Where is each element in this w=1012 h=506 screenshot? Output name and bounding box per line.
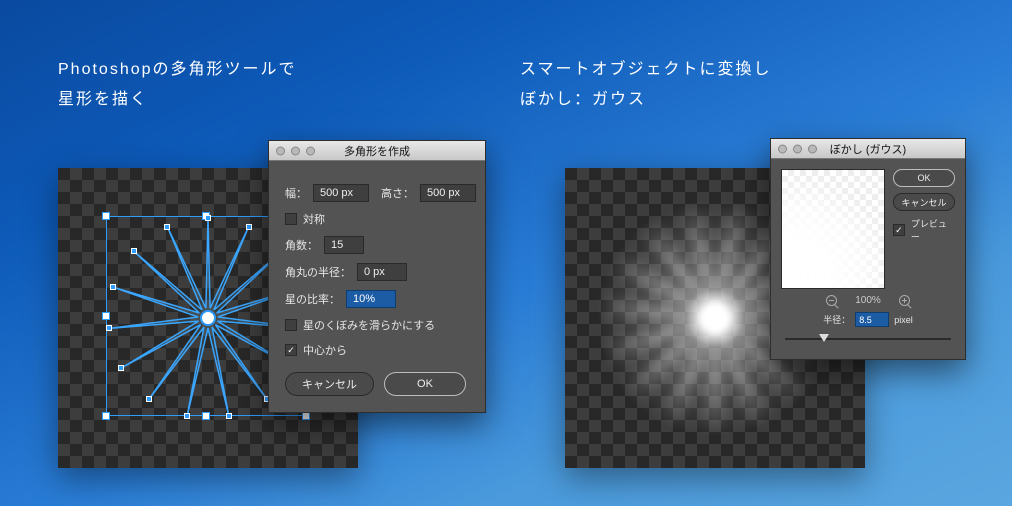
vertices-input[interactable]	[324, 236, 364, 254]
preview-checkbox[interactable]: プレビュー	[893, 217, 955, 243]
zoom-level: 100%	[855, 295, 881, 306]
symmetric-label: 対称	[303, 211, 325, 227]
handle-mid-left[interactable]	[102, 312, 110, 320]
dialog-titlebar[interactable]: ぼかし (ガウス)	[771, 139, 965, 159]
slider-track	[785, 338, 951, 340]
dialog-title: 多角形を作成	[344, 143, 410, 159]
path-anchor[interactable]	[131, 248, 137, 254]
window-controls[interactable]	[778, 144, 817, 153]
ok-button[interactable]: OK	[384, 372, 466, 396]
checkbox-icon	[285, 344, 297, 356]
radius-input[interactable]	[855, 312, 889, 327]
path-anchor[interactable]	[246, 224, 252, 230]
smooth-checkbox[interactable]: 星のくぼみを滑らかにする	[285, 317, 435, 333]
star-ratio-label: 星の比率：	[285, 291, 340, 307]
zoom-out-icon[interactable]	[826, 295, 837, 306]
star-ratio-input[interactable]	[346, 290, 396, 308]
handle-bot-left[interactable]	[102, 412, 110, 420]
path-anchor[interactable]	[146, 396, 152, 402]
from-center-checkbox[interactable]: 中心から	[285, 342, 347, 358]
checkbox-icon	[285, 213, 297, 225]
corner-radius-label: 角丸の半径：	[285, 264, 351, 280]
corner-radius-input[interactable]	[357, 263, 407, 281]
path-anchor[interactable]	[110, 284, 116, 290]
dialog-title: ぼかし (ガウス)	[830, 141, 906, 157]
caption-left: Photoshopの多角形ツールで 星形を描く	[58, 55, 297, 116]
handle-bot-right[interactable]	[302, 412, 310, 420]
radius-slider[interactable]	[781, 333, 955, 345]
create-polygon-dialog[interactable]: 多角形を作成 幅： 高さ： 対称 角数： 角丸の半径： 星の比率：	[268, 140, 486, 413]
width-label: 幅：	[285, 185, 307, 201]
cancel-button[interactable]: キャンセル	[285, 372, 374, 396]
caption-right: スマートオブジェクトに変換し ぼかし：ガウス	[520, 55, 772, 116]
handle-top-left[interactable]	[102, 212, 110, 220]
preview-label: プレビュー	[911, 217, 955, 243]
symmetric-checkbox[interactable]: 対称	[285, 211, 325, 227]
path-anchor[interactable]	[118, 365, 124, 371]
height-label: 高さ：	[381, 185, 414, 201]
ok-button[interactable]: OK	[893, 169, 955, 187]
slider-thumb[interactable]	[819, 334, 829, 342]
path-anchor[interactable]	[205, 215, 211, 221]
handle-bot-mid[interactable]	[202, 412, 210, 420]
close-icon[interactable]	[276, 146, 285, 155]
caption-left-line1: Photoshopの多角形ツールで	[58, 55, 297, 85]
caption-right-line1: スマートオブジェクトに変換し	[520, 55, 772, 85]
width-input[interactable]	[313, 184, 369, 202]
preview-glow	[781, 171, 883, 289]
caption-left-line2: 星形を描く	[58, 85, 297, 115]
gaussian-blur-dialog[interactable]: ぼかし (ガウス) OK キャンセル プレビュー 100% 半径： pixe	[770, 138, 966, 360]
checkbox-icon	[285, 319, 297, 331]
path-anchor[interactable]	[226, 413, 232, 419]
path-anchor[interactable]	[184, 413, 190, 419]
checkbox-icon	[893, 224, 905, 236]
path-anchor[interactable]	[164, 224, 170, 230]
smooth-label: 星のくぼみを滑らかにする	[303, 317, 435, 333]
height-input[interactable]	[420, 184, 476, 202]
dialog-titlebar[interactable]: 多角形を作成	[269, 141, 485, 161]
preview-pane[interactable]	[781, 169, 885, 289]
cancel-button[interactable]: キャンセル	[893, 193, 955, 211]
zoom-icon[interactable]	[306, 146, 315, 155]
path-anchor[interactable]	[106, 325, 112, 331]
minimize-icon[interactable]	[291, 146, 300, 155]
minimize-icon[interactable]	[793, 144, 802, 153]
caption-right-line2: ぼかし：ガウス	[520, 85, 772, 115]
zoom-in-icon[interactable]	[899, 295, 910, 306]
radius-label: 半径：	[823, 313, 850, 326]
vertices-label: 角数：	[285, 237, 318, 253]
zoom-icon[interactable]	[808, 144, 817, 153]
from-center-label: 中心から	[303, 342, 347, 358]
window-controls[interactable]	[276, 146, 315, 155]
radius-unit: pixel	[894, 315, 913, 325]
close-icon[interactable]	[778, 144, 787, 153]
